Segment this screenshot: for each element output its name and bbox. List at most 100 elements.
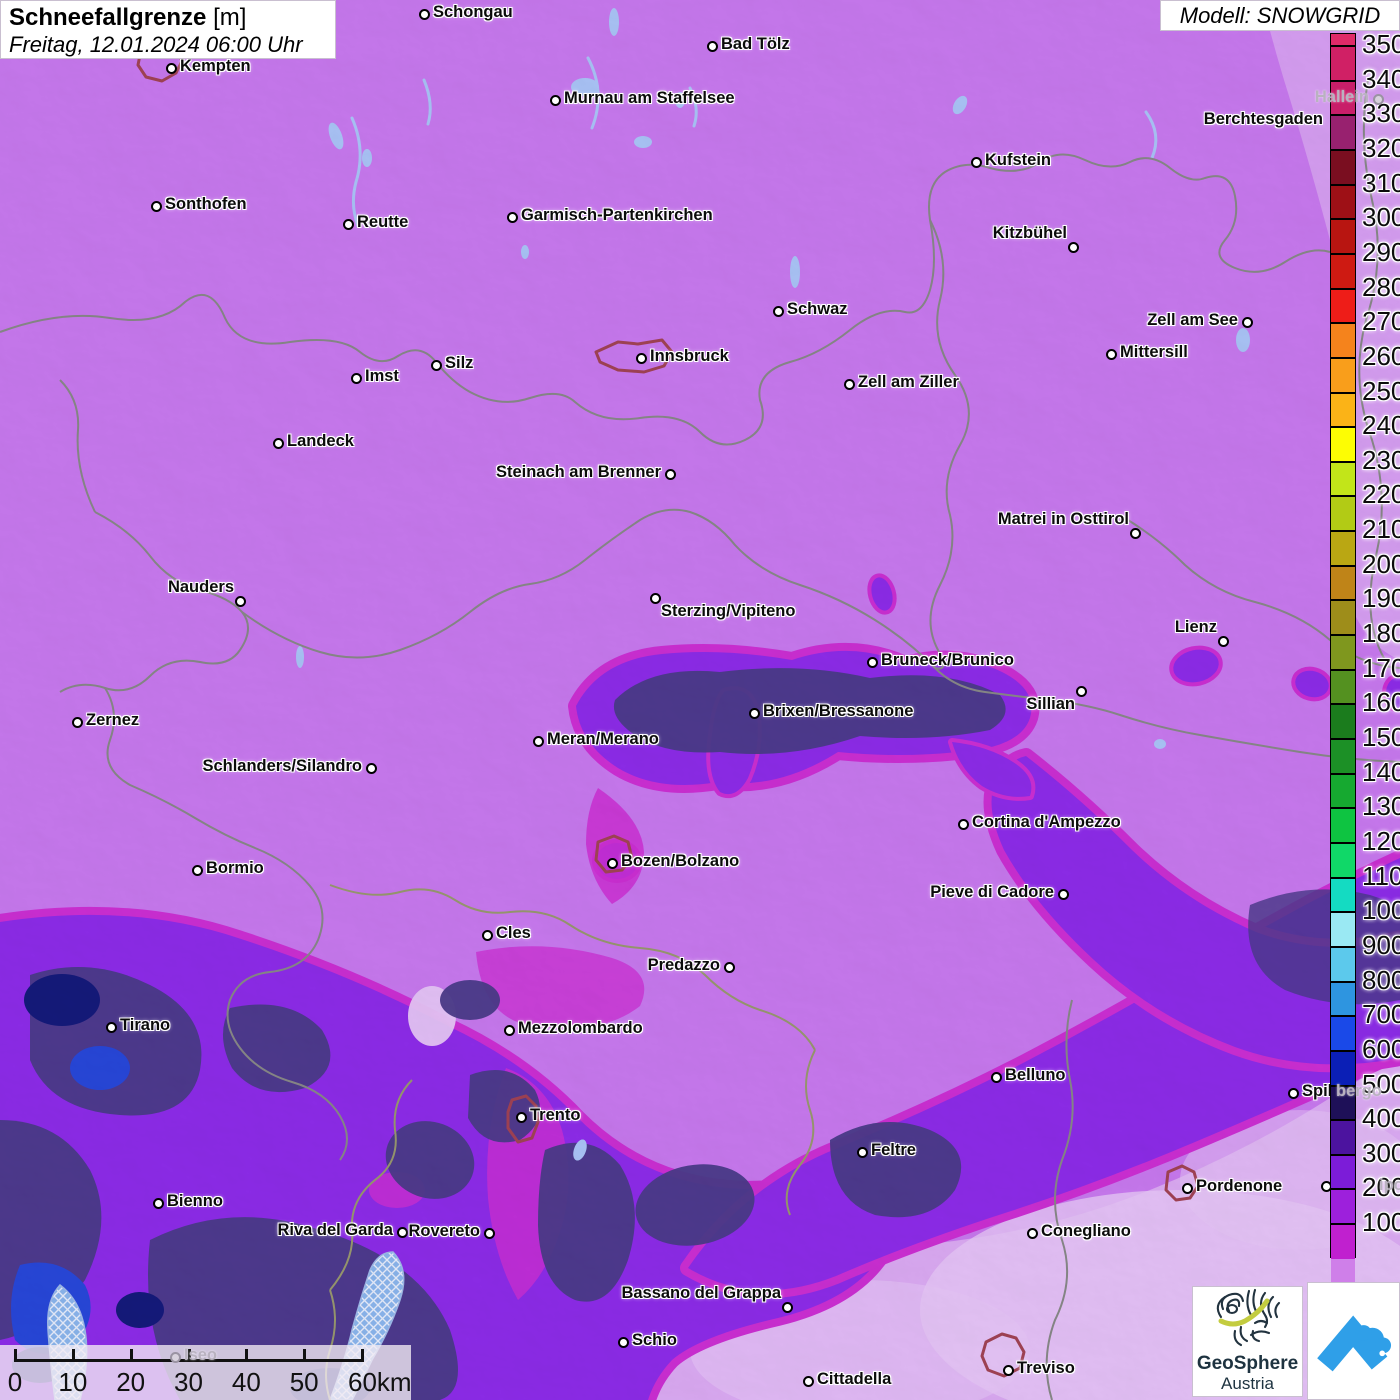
- city-dot-icon: [664, 468, 676, 480]
- city-label: Cles: [496, 924, 531, 942]
- scalebar-tick-label: 0: [7, 1367, 23, 1397]
- scalebar-tick-label: 20: [116, 1367, 146, 1397]
- city-dot-icon: [1181, 1182, 1193, 1194]
- city-dot-icon: [1105, 348, 1117, 360]
- scalebar-tick-label: 40: [231, 1367, 261, 1397]
- city-dot-icon: [430, 359, 442, 371]
- model-label: Modell: SNOWGRID: [1179, 2, 1381, 28]
- scalebar-line: 0 10 20 30 40 50 60km: [8, 1349, 412, 1397]
- city-dot-icon: [152, 1197, 164, 1209]
- city-label: Bormio: [206, 859, 264, 877]
- city-label: Tirano: [120, 1016, 171, 1034]
- city-dot-icon: [772, 305, 784, 317]
- scalebar-tick-label: 10: [58, 1367, 88, 1397]
- scalebar-tick: [129, 1349, 133, 1362]
- city-layer: Schongau Bad Tölz Kempten Murnau am Staffel…: [0, 0, 1400, 1400]
- city-dot-icon: [1002, 1364, 1014, 1376]
- city-dot-icon: [856, 1146, 868, 1158]
- city-label: Mezzolombardo: [518, 1019, 643, 1037]
- city-label: Zell am See: [1147, 311, 1238, 329]
- city-label: Bienno: [167, 1192, 223, 1210]
- city-dot-icon: [843, 378, 855, 390]
- city-dot-icon: [1026, 1227, 1038, 1239]
- city-dot-icon: [1241, 316, 1253, 328]
- city-dot-icon: [365, 762, 377, 774]
- city-dot-icon: [1287, 1087, 1299, 1099]
- city-label: Trento: [530, 1106, 581, 1124]
- city-label: Reutte: [357, 213, 409, 231]
- city-dot-icon: [350, 372, 362, 384]
- city-label: Bozen/Bolzano: [621, 852, 740, 870]
- city-dot-icon: [165, 62, 177, 74]
- geosphere-logo-country: Austria: [1221, 1374, 1274, 1393]
- city-label: Brixen/Bressanone: [763, 702, 914, 720]
- city-dot-icon: [1129, 527, 1141, 539]
- city-label: Belluno: [1005, 1066, 1066, 1084]
- city-dot-icon: [150, 200, 162, 212]
- city-label: Cortina d'Ampezzo: [972, 813, 1121, 831]
- city-dot-icon: [105, 1021, 117, 1033]
- city-label: Kempten: [180, 57, 251, 75]
- scalebar-tick-label: 30: [174, 1367, 203, 1397]
- city-dot-icon: [71, 716, 83, 728]
- city-dot-icon: [418, 8, 430, 20]
- map-title-unit: [m]: [213, 4, 247, 31]
- city-dot-icon: [957, 818, 969, 830]
- city-label: Zell am Ziller: [858, 373, 959, 391]
- city-dot-icon: [802, 1375, 814, 1387]
- scalebar-tick: [14, 1349, 17, 1362]
- city-label: Schio: [632, 1331, 677, 1349]
- scalebar-tick: [303, 1349, 307, 1362]
- city-label: Zernez: [86, 711, 140, 729]
- city-label: Steinach am Brenner: [495, 463, 661, 481]
- city-label: Berchtesgaden: [1203, 110, 1323, 128]
- city-label: Treviso: [1017, 1359, 1075, 1377]
- title-box: Schneefallgrenze [m] Freitag, 12.01.2024…: [0, 0, 336, 59]
- scalebar-box: 0 10 20 30 40 50 60km: [0, 1345, 412, 1400]
- city-label: Lienz: [1174, 618, 1217, 636]
- partner-logo-box: [1307, 1282, 1400, 1400]
- city-dot-icon: [532, 735, 544, 747]
- city-label: Silz: [445, 354, 474, 372]
- city-dot-icon: [635, 352, 647, 364]
- city-dot-icon: [396, 1226, 408, 1238]
- city-dot-icon: [481, 929, 493, 941]
- city-label: Schwaz: [787, 300, 848, 318]
- city-label: Schlanders/Silandro: [202, 757, 362, 775]
- city-label: Pieve di Cadore: [930, 883, 1054, 901]
- scalebar-tick: [71, 1349, 75, 1362]
- city-label: Murnau am Staffelsee: [564, 89, 735, 107]
- city-dot-icon: [748, 707, 760, 719]
- city-label: Pordenone: [1196, 1177, 1283, 1195]
- city-label: Predazzo: [647, 956, 720, 974]
- city-label: Schongau: [433, 3, 513, 21]
- city-label: Spili: [1302, 1082, 1337, 1100]
- geosphere-logo-icon: [1216, 1288, 1280, 1347]
- geosphere-logo-box: GeoSphere Austria: [1192, 1286, 1303, 1397]
- map-title: Schneefallgrenze [m]: [9, 5, 325, 31]
- city-dot-icon: [606, 857, 618, 869]
- city-label: Matrei in Osttirol: [997, 510, 1129, 528]
- model-box: Modell: SNOWGRID: [1160, 0, 1400, 31]
- scalebar-tick: [187, 1349, 191, 1362]
- scalebar-tick: [361, 1349, 364, 1362]
- map-title-text: Schneefallgrenze: [9, 4, 207, 31]
- city-dot-icon: [272, 437, 284, 449]
- city-dot-icon: [617, 1336, 629, 1348]
- city-dot-icon: [1057, 888, 1069, 900]
- city-dot-icon: [781, 1301, 793, 1313]
- map-datetime: Freitag, 12.01.2024 06:00 Uhr: [9, 32, 303, 57]
- city-dot-icon: [1075, 685, 1087, 697]
- city-label: Bad Tölz: [721, 35, 790, 53]
- city-label: Meran/Merano: [547, 730, 659, 748]
- city-label: Feltre: [871, 1141, 916, 1159]
- city-dot-icon: [191, 864, 203, 876]
- city-label: Kitzbühel: [992, 224, 1067, 242]
- city-dot-icon: [970, 156, 982, 168]
- city-label: Bassano del Grappa: [621, 1284, 781, 1302]
- city-label: Imst: [365, 367, 399, 385]
- city-label: Sillian: [1026, 695, 1075, 713]
- city-dot-icon: [1067, 241, 1079, 253]
- city-label: Riva del Garda: [277, 1221, 393, 1239]
- city-dot-icon: [503, 1024, 515, 1036]
